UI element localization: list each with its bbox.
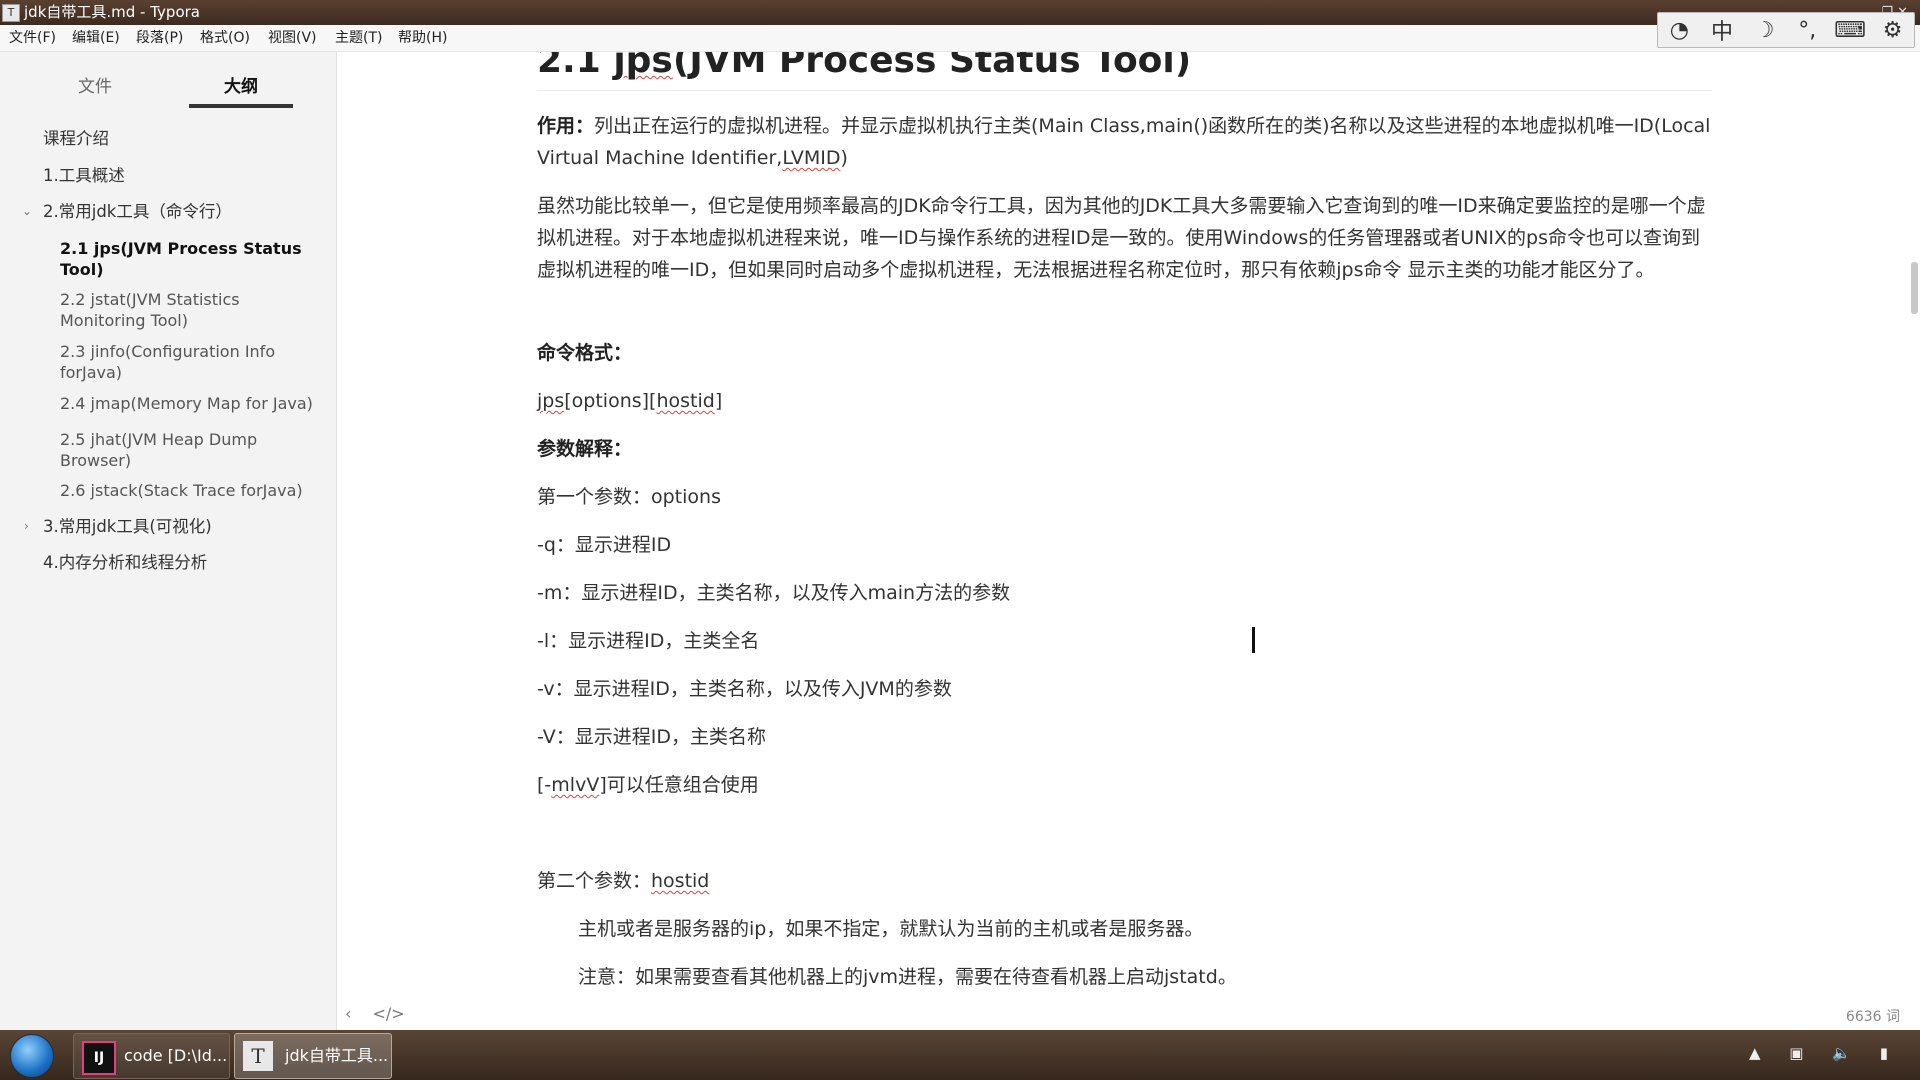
menu-bar: 文件(F) 编辑(E) 段落(P) 格式(O) 视图(V) 主题(T) 帮助(H… (0, 25, 1920, 52)
scrollbar-thumb[interactable] (1911, 262, 1918, 314)
hostid-description: 主机或者是服务器的ip，如果不指定，就默认为当前的主机或者是服务器。 (578, 918, 1204, 940)
intellij-icon: IJ (82, 1041, 116, 1075)
outline-item[interactable]: 2.3 jinfo(Configuration Info forJava) (60, 341, 320, 383)
window-title: jdk自带工具.md - Typora (24, 3, 200, 21)
params-label: 参数解释： (537, 438, 633, 460)
jstatd-note: 注意：如果需要查看其他机器上的jvm进程，需要在待查看机器上启动jstatd。 (578, 966, 1237, 988)
taskbar-item-typora[interactable]: T jdk自带工具... (234, 1033, 392, 1079)
ime-logo-icon[interactable]: ◔ (1661, 18, 1697, 43)
outline-item-active[interactable]: 2.1 jps(JVM Process Status Tool) (60, 238, 320, 280)
command-format: jps[options][hostid] (537, 390, 723, 412)
heading-divider (537, 90, 1712, 91)
chevron-right-icon[interactable]: › (24, 519, 29, 533)
gear-icon[interactable]: ⚙ (1875, 18, 1911, 43)
menu-format[interactable]: 格式(O) (198, 25, 252, 51)
signal-icon[interactable]: ▮ (1880, 1044, 1900, 1062)
editor[interactable]: 2.1 jps(JVM Process Status Tool) 作用：列出正在… (337, 52, 1920, 1030)
option-v: -v：显示进程ID，主类名称，以及传入JVM的参数 (537, 678, 952, 700)
source-code-icon[interactable]: </> (373, 1004, 405, 1023)
system-tray[interactable]: ▲ ▣ 🔈 ▮ (1749, 1044, 1900, 1062)
outline-item[interactable]: 2.常用jdk工具（命令行） (43, 201, 232, 222)
outline-item[interactable]: 2.2 jstat(JVM Statistics Monitoring Tool… (60, 289, 320, 331)
typora-icon: T (243, 1041, 273, 1071)
network-icon[interactable]: ▣ (1789, 1044, 1815, 1062)
chevron-down-icon[interactable]: ⌄ (22, 204, 32, 218)
option-V: -V：显示进程ID，主类名称 (537, 726, 766, 748)
outline-item[interactable]: 2.6 jstack(Stack Trace forJava) (60, 480, 320, 501)
punctuation-icon[interactable]: °, (1789, 18, 1825, 43)
description-paragraph: 虽然功能比较单一，但它是使用频率最高的JDK命令行工具，因为其他的JDK工具大多… (537, 195, 1706, 281)
taskbar: IJ code [D:\Id... T jdk自带工具... ▲ ▣ 🔈 ▮ (0, 1030, 1920, 1080)
tab-outline[interactable]: 大纲 (189, 72, 293, 97)
menu-edit[interactable]: 编辑(E) (70, 25, 122, 51)
option-q: -q：显示进程ID (537, 534, 672, 556)
outline-item[interactable]: 2.4 jmap(Memory Map for Java) (60, 393, 320, 414)
command-format-label: 命令格式： (537, 342, 633, 364)
menu-paragraph[interactable]: 段落(P) (134, 25, 185, 51)
typora-app-icon: T (2, 4, 20, 22)
outline-item[interactable]: 3.常用jdk工具(可视化) (43, 516, 212, 537)
ime-toolbar: ◔ 中 ☽ °, ⌨ ⚙ (1657, 12, 1915, 48)
outline-item[interactable]: 4.内存分析和线程分析 (43, 552, 207, 573)
title-bar: T jdk自带工具.md - Typora — ❐ ✕ (0, 0, 1920, 25)
menu-file[interactable]: 文件(F) (7, 25, 58, 51)
option-m: -m：显示进程ID，主类名称，以及传入main方法的参数 (537, 582, 1011, 604)
taskbar-item-intellij[interactable]: IJ code [D:\Id... (73, 1033, 230, 1079)
outline-item[interactable]: 2.5 jhat(JVM Heap Dump Browser) (60, 429, 320, 471)
tray-expand-icon[interactable]: ▲ (1749, 1044, 1773, 1062)
keyboard-icon[interactable]: ⌨ (1832, 18, 1868, 43)
status-bar: ‹ </> 6636 词 (337, 998, 1920, 1030)
outline-item[interactable]: 课程介绍 (43, 128, 109, 149)
option-l: -l：显示进程ID，主类全名 (537, 630, 760, 652)
active-tab-indicator (189, 104, 293, 108)
volume-icon[interactable]: 🔈 (1832, 1044, 1863, 1062)
chevron-left-icon[interactable]: ‹ (345, 1004, 351, 1023)
tab-files[interactable]: 文件 (43, 72, 147, 97)
ime-language-toggle[interactable]: 中 (1704, 14, 1740, 46)
outline-item[interactable]: 1.工具概述 (43, 165, 125, 186)
menu-theme[interactable]: 主题(T) (333, 25, 384, 51)
word-count[interactable]: 6636 词 (1846, 1006, 1900, 1026)
sidebar: 文件 大纲 课程介绍 1.工具概述 ⌄ 2.常用jdk工具（命令行） 2.1 j… (0, 52, 337, 1030)
text-cursor (1252, 627, 1255, 653)
moon-icon[interactable]: ☽ (1747, 18, 1783, 43)
menu-view[interactable]: 视图(V) (266, 25, 319, 51)
purpose-paragraph: 作用：列出正在运行的虚拟机进程。并显示虚拟机执行主类(Main Class,ma… (537, 115, 1711, 169)
start-button[interactable] (10, 1034, 54, 1078)
param-options: 第一个参数：options (537, 486, 721, 508)
combo-note: [-mlvV]可以任意组合使用 (537, 774, 759, 796)
menu-help[interactable]: 帮助(H) (396, 25, 449, 51)
param-hostid: 第二个参数：hostid (537, 870, 710, 892)
section-heading: 2.1 jps(JVM Process Status Tool) (537, 52, 1192, 81)
